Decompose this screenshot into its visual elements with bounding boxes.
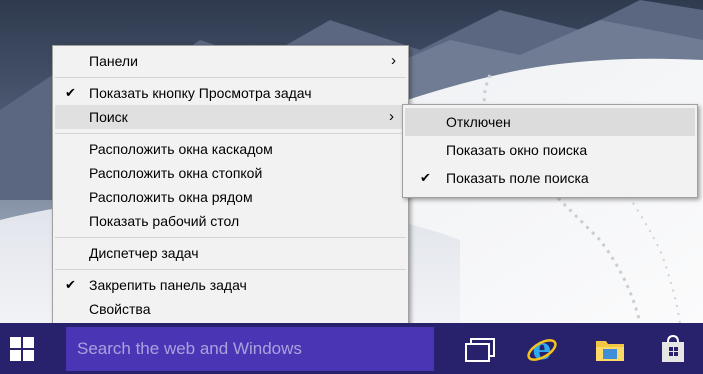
menu-item-cascade-windows[interactable]: Расположить окна каскадом xyxy=(53,137,408,161)
start-button[interactable] xyxy=(0,323,44,374)
internet-explorer-button[interactable]: e xyxy=(524,331,560,367)
search-submenu: Отключен Показать окно поиска ✔ Показать… xyxy=(402,104,698,198)
taskbar-context-menu: Панели › ✔ Показать кнопку Просмотра зад… xyxy=(52,45,409,328)
menu-item-label: Диспетчер задач xyxy=(89,245,199,261)
submenu-arrow-icon: › xyxy=(391,52,396,69)
menu-item-label: Свойства xyxy=(89,301,151,317)
menu-item-label: Расположить окна стопкой xyxy=(89,165,263,181)
checkmark-icon: ✔ xyxy=(65,277,76,292)
menu-item-label: Показать поле поиска xyxy=(446,170,589,186)
menu-item-label: Поиск xyxy=(89,109,128,125)
file-explorer-button[interactable] xyxy=(592,331,628,367)
store-icon xyxy=(662,334,684,362)
submenu-item-show-search-icon[interactable]: Показать окно поиска xyxy=(403,136,697,164)
submenu-item-show-search-box[interactable]: ✔ Показать поле поиска xyxy=(403,164,697,192)
file-explorer-icon xyxy=(596,341,624,361)
menu-item-label: Показать окно поиска xyxy=(446,142,588,158)
menu-item-side-by-side[interactable]: Расположить окна рядом xyxy=(53,185,408,209)
menu-item-properties[interactable]: Свойства xyxy=(53,297,408,321)
submenu-item-disabled[interactable]: Отключен xyxy=(405,108,695,136)
search-input[interactable] xyxy=(75,338,434,360)
menu-separator xyxy=(55,133,406,134)
menu-item-lock-taskbar[interactable]: ✔ Закрепить панель задач xyxy=(53,273,408,297)
menu-item-search[interactable]: Поиск › xyxy=(55,105,406,129)
windows-start-icon xyxy=(10,336,34,361)
checkmark-icon: ✔ xyxy=(65,85,76,100)
menu-item-label: Закрепить панель задач xyxy=(89,277,247,293)
task-view-icon xyxy=(465,338,495,362)
checkmark-icon: ✔ xyxy=(420,170,431,185)
internet-explorer-icon: e xyxy=(527,333,557,365)
menu-separator xyxy=(55,269,406,270)
taskbar-search-box[interactable] xyxy=(66,327,434,371)
menu-item-label: Показать кнопку Просмотра задач xyxy=(89,85,312,101)
menu-separator xyxy=(55,237,406,238)
menu-item-task-manager[interactable]: Диспетчер задач xyxy=(53,241,408,265)
menu-item-toolbars[interactable]: Панели › xyxy=(53,49,408,73)
menu-item-label: Панели xyxy=(89,53,138,69)
menu-separator xyxy=(55,77,406,78)
taskbar: e xyxy=(0,323,703,374)
menu-item-show-desktop[interactable]: Показать рабочий стол xyxy=(53,209,408,233)
menu-item-label: Расположить окна каскадом xyxy=(89,141,273,157)
store-button[interactable] xyxy=(655,331,691,367)
menu-item-label: Расположить окна рядом xyxy=(89,189,253,205)
menu-item-label: Отключен xyxy=(446,114,511,130)
menu-item-show-task-view-button[interactable]: ✔ Показать кнопку Просмотра задач xyxy=(53,81,408,105)
menu-item-label: Показать рабочий стол xyxy=(89,213,240,229)
task-view-button[interactable] xyxy=(462,331,498,367)
menu-item-stack-windows[interactable]: Расположить окна стопкой xyxy=(53,161,408,185)
submenu-arrow-icon: › xyxy=(389,108,394,125)
